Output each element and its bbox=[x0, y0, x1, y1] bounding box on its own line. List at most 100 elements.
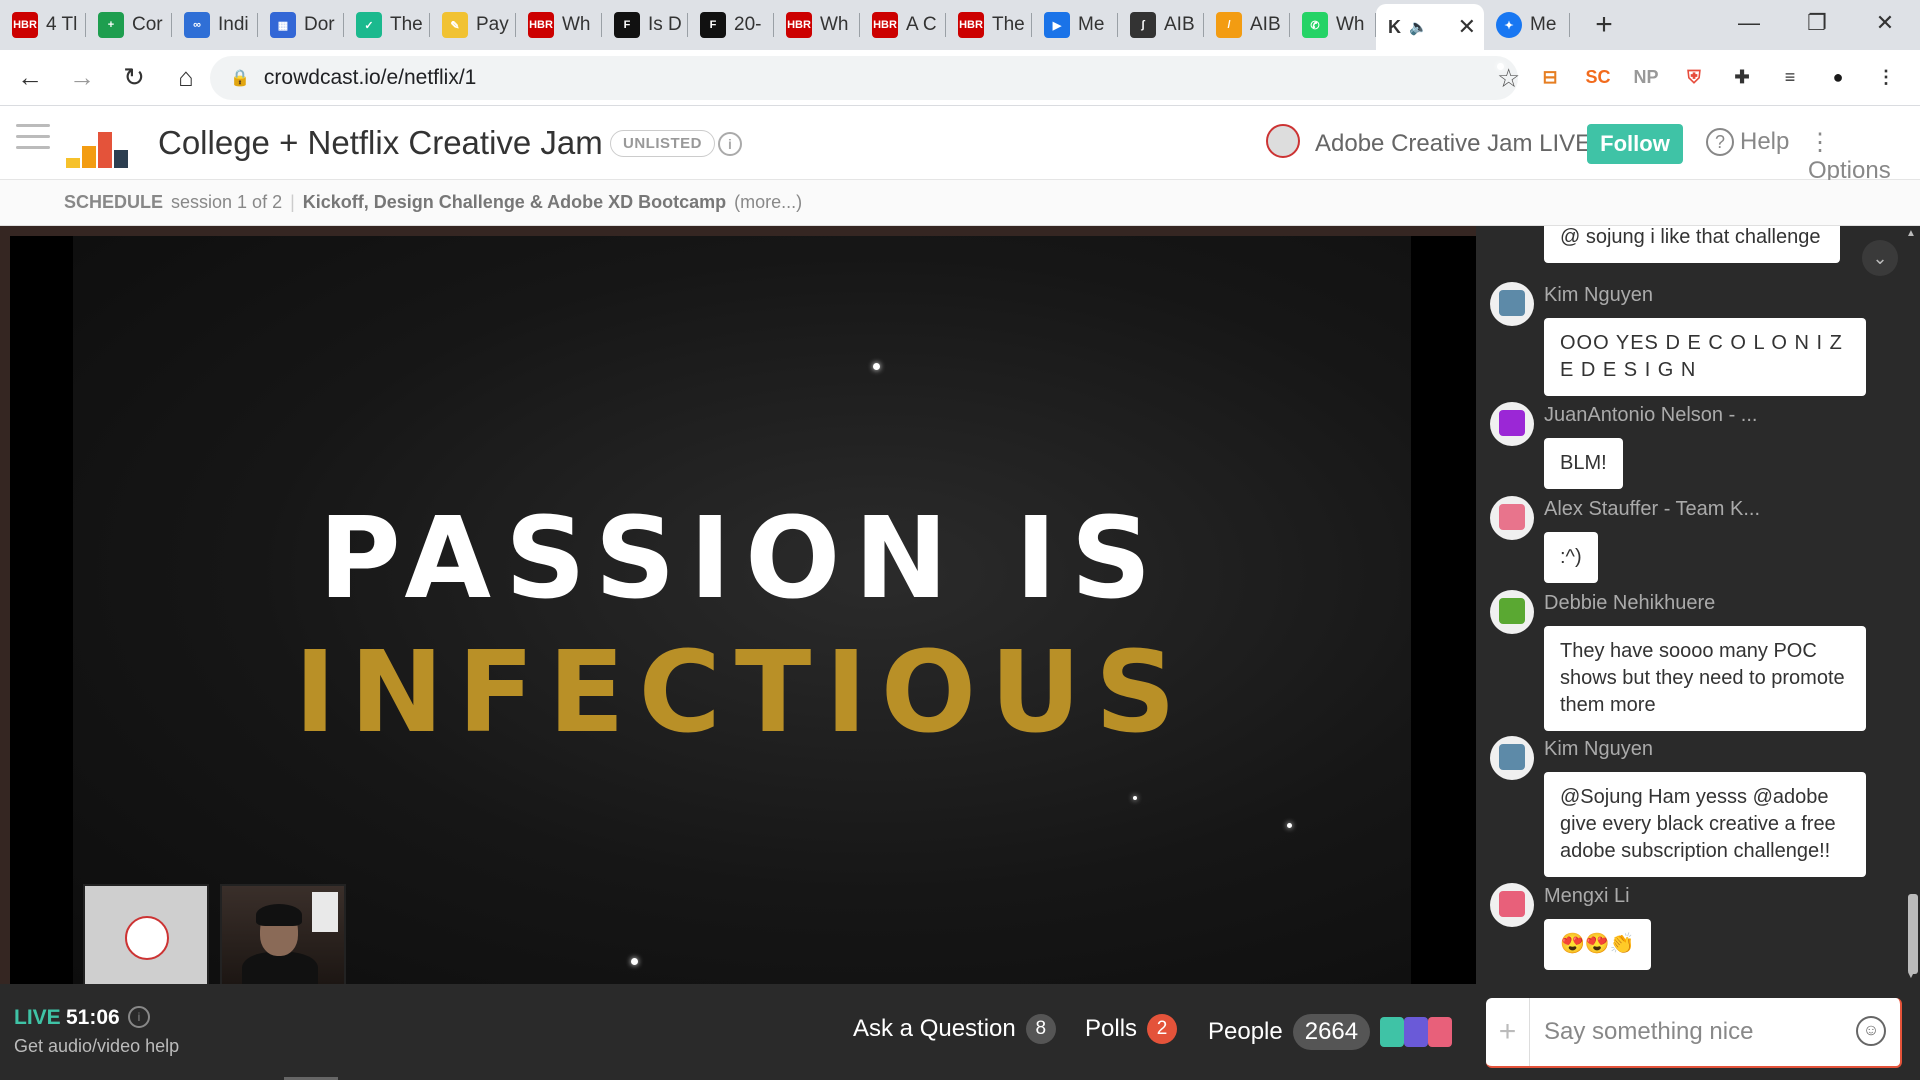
more-link[interactable]: (more...) bbox=[734, 192, 802, 213]
crowdcast-logo[interactable] bbox=[66, 128, 128, 168]
tab-label: Is D bbox=[648, 14, 682, 35]
browser-tab[interactable]: ▦ Dor bbox=[258, 0, 344, 50]
attendee-avatar bbox=[1380, 1017, 1405, 1047]
playlist-icon[interactable]: ≡ bbox=[1776, 63, 1804, 91]
follow-button[interactable]: Follow bbox=[1587, 124, 1683, 164]
browser-tab[interactable]: HBR A C bbox=[860, 0, 946, 50]
browser-tab[interactable]: ✆ Wh bbox=[1290, 0, 1376, 50]
browser-tab[interactable]: HBR Wh bbox=[516, 0, 602, 50]
speaker-icon[interactable]: 🔈 bbox=[1409, 18, 1428, 36]
chat-author[interactable]: JuanAntonio Nelson - ... bbox=[1544, 404, 1757, 427]
browser-tab[interactable]: ▶ Me bbox=[1032, 0, 1118, 50]
user-avatar[interactable] bbox=[1490, 736, 1534, 780]
browser-tab-strip: HBR 4 Tl + Cor ∞ Indi ▦ Dor ✓ The ✎ Pay HBR Wh F Is DF2… bbox=[0, 0, 1920, 50]
attendee-avatars bbox=[1380, 1017, 1453, 1047]
add-attachment-icon[interactable]: + bbox=[1486, 998, 1530, 1066]
browser-tab[interactable]: HBR 4 Tl bbox=[0, 0, 86, 50]
people-button[interactable]: People 2664 bbox=[1208, 1014, 1453, 1050]
tab-messenger[interactable]: ✦ Me bbox=[1484, 0, 1570, 50]
home-button[interactable]: ⌂ bbox=[164, 56, 208, 100]
chat-author[interactable]: Kim Nguyen bbox=[1544, 284, 1653, 307]
close-window-button[interactable]: ✕ bbox=[1850, 0, 1920, 46]
host-name[interactable]: Adobe Creative Jam LIVE bbox=[1315, 130, 1591, 158]
minimize-button[interactable]: — bbox=[1714, 0, 1784, 46]
ask-question-label: Ask a Question bbox=[853, 1015, 1016, 1042]
speaker-video-thumbnail[interactable] bbox=[220, 884, 346, 992]
browser-tab[interactable]: F 20- bbox=[688, 0, 774, 50]
whatsapp-icon: ✆ bbox=[1302, 12, 1328, 38]
new-tab-button[interactable]: + bbox=[1584, 8, 1624, 42]
host-video-thumbnail[interactable] bbox=[83, 884, 209, 990]
shield-icon[interactable]: ⛨ bbox=[1680, 63, 1708, 91]
tab-label: K bbox=[1388, 16, 1401, 37]
live-timer: 51:06 bbox=[66, 1006, 120, 1029]
scrollbar-thumb[interactable] bbox=[1908, 894, 1918, 974]
chat-input-box[interactable]: + Say something nice ☺ bbox=[1486, 998, 1902, 1068]
kebab-menu-icon[interactable]: ⋮ bbox=[1872, 63, 1900, 91]
tab-label: AIB bbox=[1250, 14, 1281, 35]
chat-author[interactable]: Kim Nguyen bbox=[1544, 738, 1653, 761]
browser-tab[interactable]: ✓ The bbox=[344, 0, 430, 50]
options-button[interactable]: ⋮ Options bbox=[1808, 128, 1920, 185]
profile-avatar[interactable]: ● bbox=[1824, 63, 1852, 91]
layout-icon[interactable]: ⊟ bbox=[1536, 63, 1564, 91]
chat-author[interactable]: Alex Stauffer - Team K... bbox=[1544, 498, 1760, 521]
help-button[interactable]: ? Help bbox=[1706, 128, 1789, 156]
chat-scrollbar[interactable]: ▲ ▼ bbox=[1904, 226, 1920, 984]
slide-star bbox=[1133, 796, 1137, 800]
bookmark-star-icon[interactable]: ☆ bbox=[1497, 63, 1520, 93]
emoji-picker-icon[interactable]: ☺ bbox=[1856, 1016, 1886, 1046]
chat-input-placeholder[interactable]: Say something nice bbox=[1544, 1018, 1753, 1046]
reload-button[interactable]: ↻ bbox=[112, 56, 156, 100]
script-icon: ʃ bbox=[1130, 12, 1156, 38]
close-tab-icon[interactable]: ✕ bbox=[1458, 14, 1476, 40]
help-label: Help bbox=[1740, 128, 1790, 155]
browser-tab[interactable]: ✎ Pay bbox=[430, 0, 516, 50]
host-logo[interactable] bbox=[1266, 124, 1300, 158]
live-info-icon[interactable]: i bbox=[128, 1006, 150, 1028]
browser-tab[interactable]: ʃ AIB bbox=[1118, 0, 1204, 50]
browser-tab[interactable]: F Is D bbox=[602, 0, 688, 50]
browser-tab[interactable]: HBR Wh bbox=[774, 0, 860, 50]
collapse-chat-icon[interactable]: ⌄ bbox=[1862, 240, 1898, 276]
ask-question-button[interactable]: Ask a Question 8 bbox=[853, 1014, 1056, 1044]
browser-tab[interactable]: ∞ Indi bbox=[172, 0, 258, 50]
address-bar[interactable]: 🔒 crowdcast.io/e/netflix/1 ☆ bbox=[210, 56, 1520, 100]
browser-tab[interactable]: + Cor bbox=[86, 0, 172, 50]
scroll-down-icon[interactable]: ▼ bbox=[1906, 970, 1916, 981]
slide-star bbox=[1287, 823, 1292, 828]
av-help-link[interactable]: Get audio/video help bbox=[14, 1036, 179, 1057]
chat-panel: @ sojung i like that challenge Kim Nguyen… bbox=[1476, 226, 1920, 984]
tab-active-crowdcast[interactable]: K 🔈 ✕ bbox=[1376, 4, 1484, 50]
slide-headline-line1: PASSION IS bbox=[318, 494, 1166, 624]
user-avatar[interactable] bbox=[1490, 496, 1534, 540]
video-player[interactable]: PASSION IS INFECTIOUS bbox=[10, 236, 1476, 992]
scroll-up-icon[interactable]: ▲ bbox=[1906, 228, 1916, 239]
sc-icon[interactable]: SC bbox=[1584, 63, 1612, 91]
hamburger-menu-icon[interactable] bbox=[16, 124, 50, 154]
url-text[interactable]: crowdcast.io/e/netflix/1 bbox=[264, 66, 476, 90]
chat-bubble: BLM! bbox=[1544, 438, 1623, 489]
hbr-icon: HBR bbox=[12, 12, 38, 38]
user-avatar[interactable] bbox=[1490, 883, 1534, 927]
back-button[interactable]: ← bbox=[8, 56, 52, 100]
restore-button[interactable]: ❐ bbox=[1782, 0, 1852, 46]
browser-tab[interactable]: / AIB bbox=[1204, 0, 1290, 50]
polls-button[interactable]: Polls 2 bbox=[1085, 1014, 1178, 1044]
hbr-icon: HBR bbox=[958, 12, 984, 38]
np-icon[interactable]: NP bbox=[1632, 63, 1660, 91]
session-indicator: session 1 of 2 bbox=[171, 192, 283, 212]
tab-label: The bbox=[390, 14, 423, 35]
chat-author[interactable]: Mengxi Li bbox=[1544, 885, 1630, 908]
pay-icon: ✎ bbox=[442, 12, 468, 38]
polls-count-badge: 2 bbox=[1147, 1014, 1178, 1044]
user-avatar[interactable] bbox=[1490, 402, 1534, 446]
browser-tab[interactable]: HBR The bbox=[946, 0, 1032, 50]
hbr-icon: HBR bbox=[786, 12, 812, 38]
info-icon[interactable]: i bbox=[718, 132, 742, 156]
user-avatar[interactable] bbox=[1490, 590, 1534, 634]
chat-author[interactable]: Debbie Nehikhuere bbox=[1544, 592, 1715, 615]
forward-button[interactable]: → bbox=[60, 56, 104, 100]
user-avatar[interactable] bbox=[1490, 282, 1534, 326]
puzzle-icon[interactable]: ✚ bbox=[1728, 63, 1756, 91]
